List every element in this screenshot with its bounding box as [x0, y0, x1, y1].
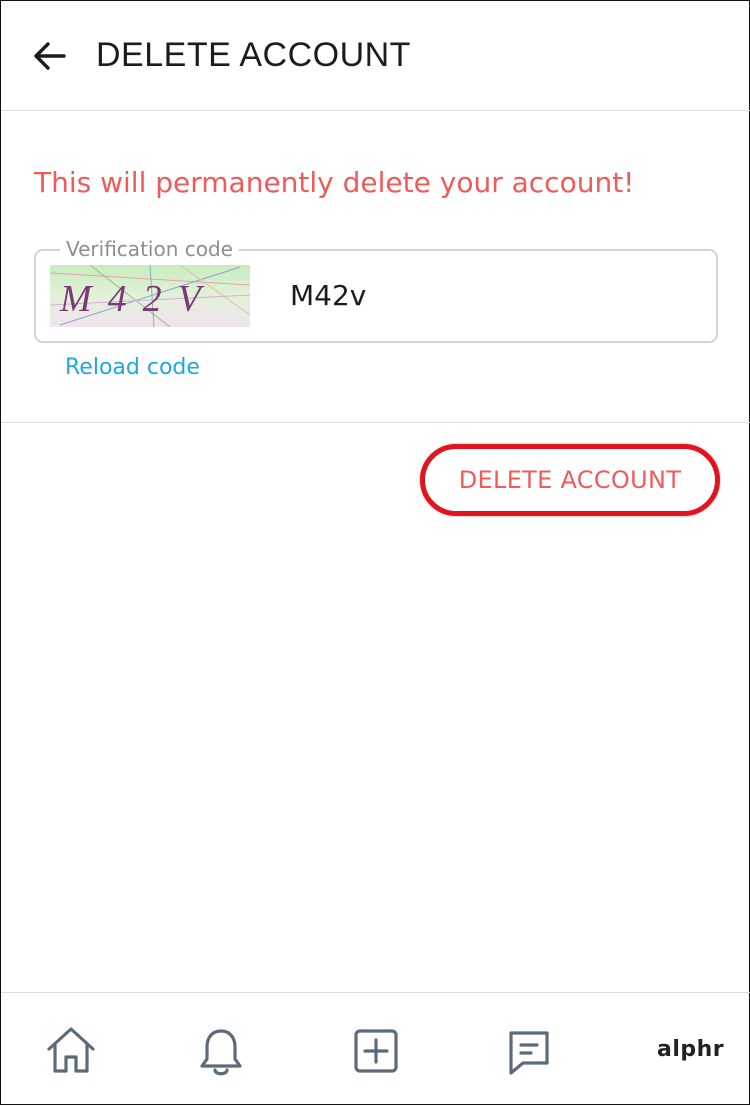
section-divider	[1, 422, 750, 423]
bottom-nav: alphr	[1, 992, 750, 1106]
app-screen: DELETE ACCOUNT This will permanently del…	[0, 0, 750, 1105]
bell-icon	[200, 1029, 242, 1076]
header: DELETE ACCOUNT	[1, 1, 750, 111]
plus-square-icon	[354, 1029, 398, 1073]
nav-home[interactable]	[41, 1021, 101, 1081]
verification-code-input[interactable]	[290, 275, 670, 315]
verification-code-label: Verification code	[60, 236, 239, 262]
back-button[interactable]	[27, 33, 73, 79]
reload-code-link[interactable]: Reload code	[65, 353, 200, 383]
nav-notifications[interactable]	[191, 1021, 251, 1081]
nav-messages[interactable]	[499, 1021, 559, 1081]
brand-watermark: alphr	[657, 1037, 725, 1062]
warning-message: This will permanently delete your accoun…	[34, 166, 635, 199]
verification-code-field[interactable]: Verification code M42V	[34, 236, 718, 343]
nav-create[interactable]	[346, 1021, 406, 1081]
page-title: DELETE ACCOUNT	[96, 36, 411, 74]
home-icon	[47, 1027, 95, 1073]
delete-account-button[interactable]: DELETE ACCOUNT	[420, 444, 720, 516]
captcha-text: M42V	[59, 278, 217, 320]
chat-icon	[509, 1031, 549, 1075]
captcha-image: M42V	[50, 265, 250, 327]
arrow-left-icon	[34, 42, 66, 70]
